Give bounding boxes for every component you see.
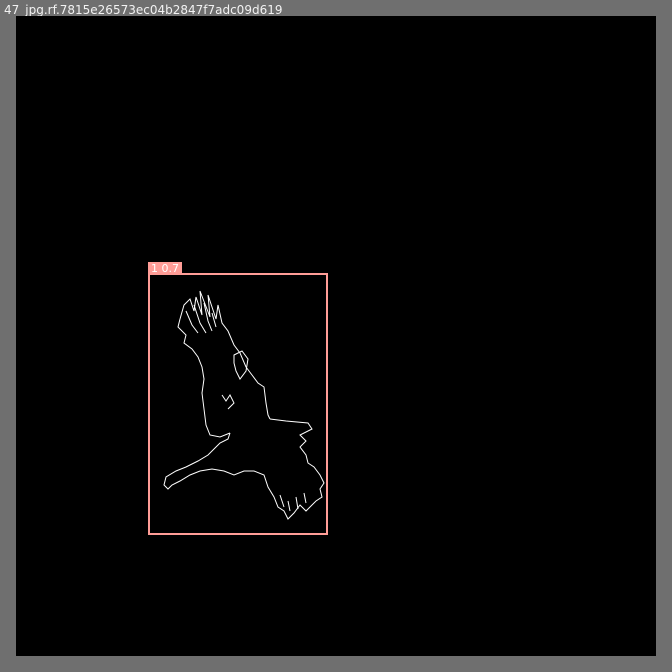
body-outline (163, 418, 325, 520)
detection-label: 1 0.7 (148, 262, 182, 275)
eye-detail (221, 394, 235, 410)
image-canvas: 1 0.7 (16, 16, 656, 656)
tail-feather-lines (279, 492, 307, 512)
detection-bounding-box[interactable]: 1 0.7 (148, 262, 328, 535)
wing-lower-edge (177, 318, 231, 438)
image-filename: 47_jpg.rf.7815e26573ec04b2847f7adc09d619 (4, 3, 283, 17)
viewer-frame: 47_jpg.rf.7815e26573ec04b2847f7adc09d619… (0, 0, 672, 672)
bird-silhouette-icon (163, 290, 325, 520)
